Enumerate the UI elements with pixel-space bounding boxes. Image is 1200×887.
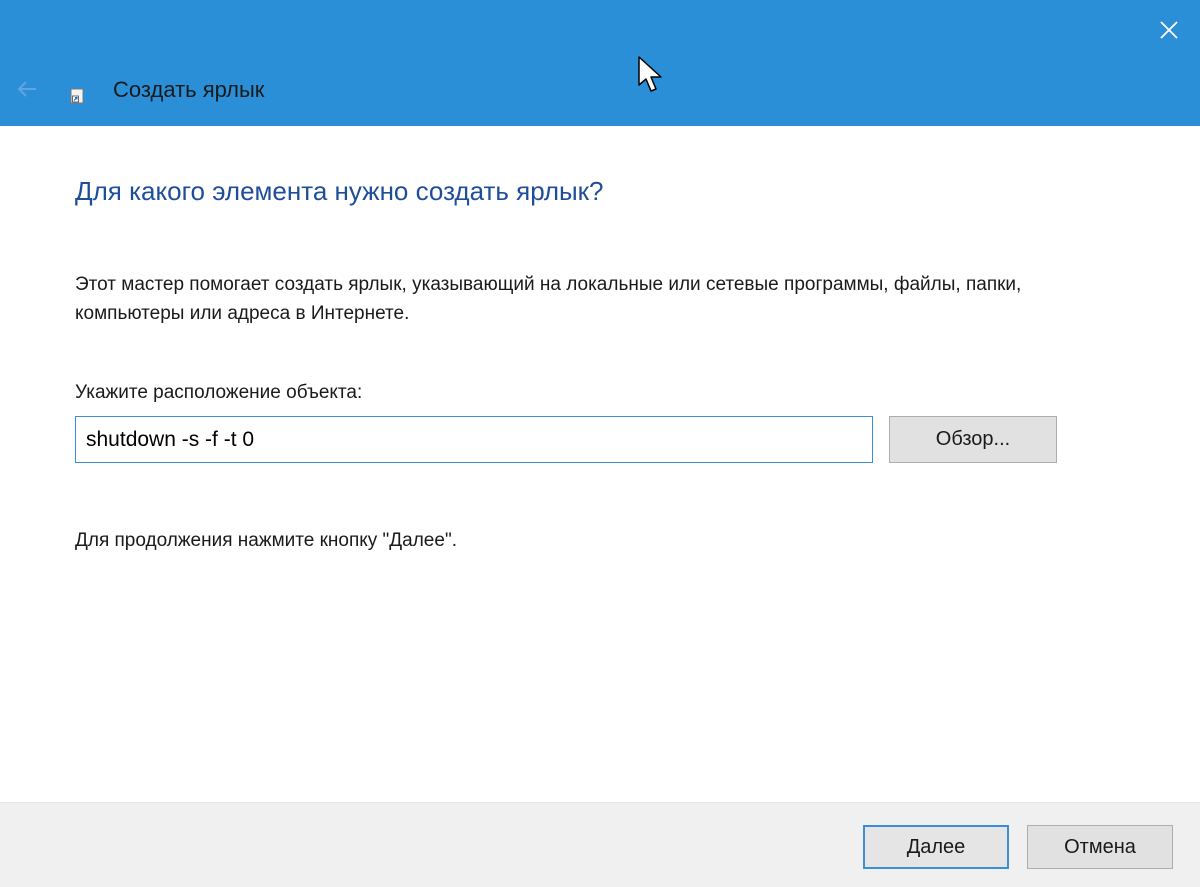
browse-button[interactable]: Обзор... xyxy=(889,416,1057,463)
location-input[interactable] xyxy=(75,416,873,463)
location-label: Укажите расположение объекта: xyxy=(75,382,363,403)
next-button[interactable]: Далее xyxy=(863,825,1009,869)
mouse-cursor-icon xyxy=(638,56,662,92)
back-button[interactable] xyxy=(12,74,42,104)
window-title: Создать ярлык xyxy=(113,77,265,102)
cancel-button[interactable]: Отмена xyxy=(1027,825,1173,869)
page-heading: Для какого элемента нужно создать ярлык? xyxy=(75,176,604,206)
button-bar: Далее Отмена xyxy=(0,802,1200,887)
shortcut-icon xyxy=(70,88,84,104)
wizard-content: Для какого элемента нужно создать ярлык?… xyxy=(0,126,1200,802)
close-button[interactable] xyxy=(1138,0,1200,60)
close-icon xyxy=(1160,21,1178,39)
continue-hint: Для продолжения нажмите кнопку "Далее". xyxy=(75,530,457,551)
back-arrow-icon xyxy=(17,81,36,97)
title-bar: Создать ярлык xyxy=(0,0,1200,126)
create-shortcut-window: Создать ярлык Для какого элемента нужно … xyxy=(0,0,1200,887)
wizard-description: Этот мастер помогает создать ярлык, указ… xyxy=(75,274,1022,324)
